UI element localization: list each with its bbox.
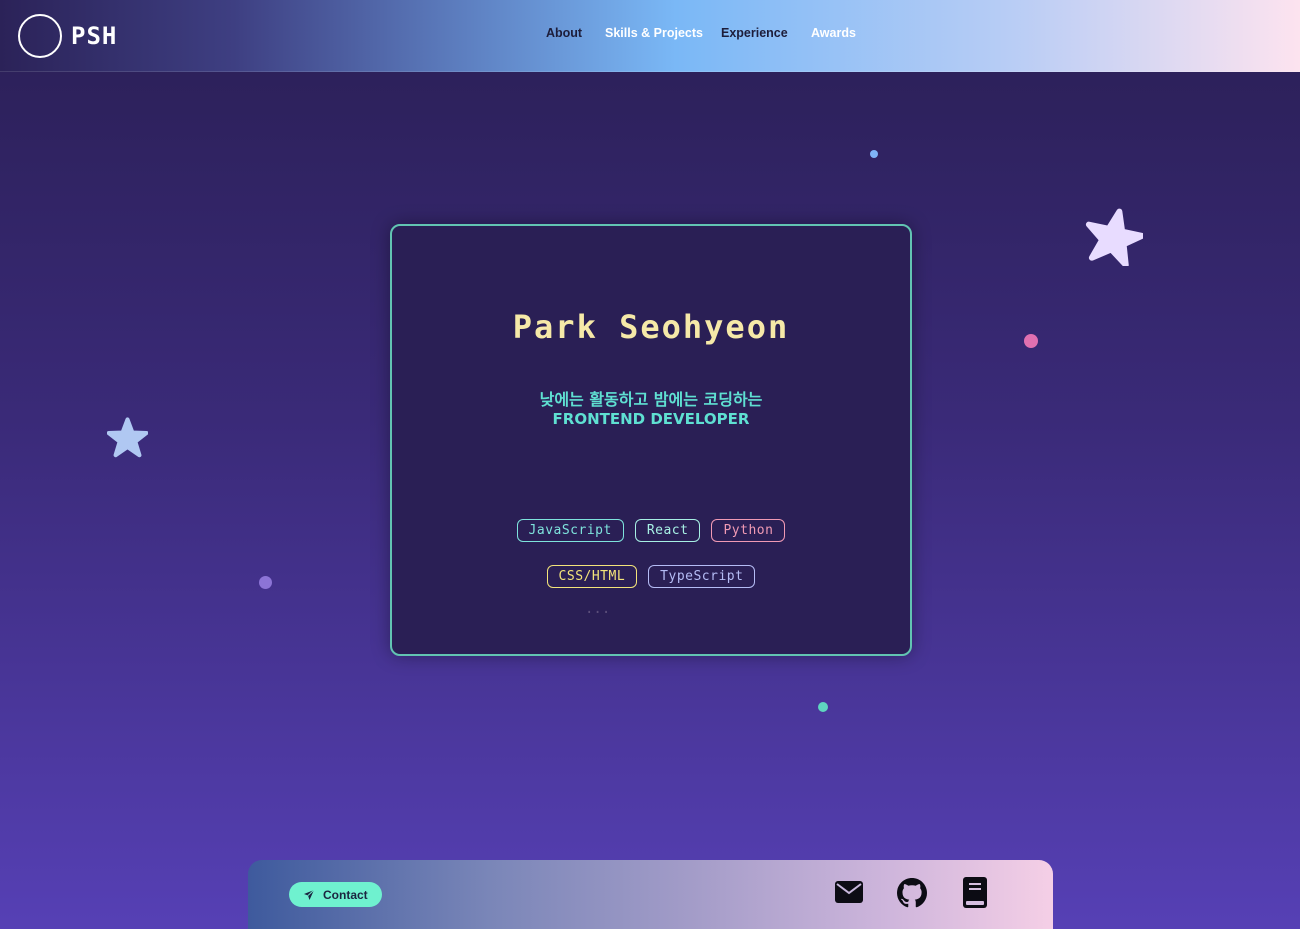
hero-subtitle-korean: 낮에는 활동하고 밤에는 코딩하는 xyxy=(539,390,763,409)
tag-python: Python xyxy=(711,519,786,542)
tag-react: React xyxy=(634,519,701,542)
site-header: PSH About Skills & Projects Experience A… xyxy=(0,0,1300,72)
mail-icon[interactable] xyxy=(835,881,863,903)
send-icon xyxy=(304,889,315,900)
decor-star-large-icon xyxy=(1085,208,1143,266)
main-nav: About Skills & Projects Experience Award… xyxy=(0,26,1300,46)
skill-tags-row1: JavaScript React Python xyxy=(392,519,910,542)
more-indicator: ... xyxy=(585,601,611,617)
contact-label: Contact xyxy=(323,887,368,902)
decor-dot-pink xyxy=(1024,334,1038,348)
skill-tags-row2: CSS/HTML TypeScript xyxy=(392,565,910,588)
nav-awards[interactable]: Awards xyxy=(811,26,856,40)
decor-star-small-icon xyxy=(107,417,148,458)
tag-javascript: JavaScript xyxy=(516,519,624,542)
github-icon[interactable] xyxy=(897,878,927,908)
nav-about[interactable]: About xyxy=(546,26,582,40)
nav-experience[interactable]: Experience xyxy=(721,26,788,40)
hero-name: Park Seohyeon xyxy=(512,308,790,346)
hero-subtitle-role: FRONTEND DEVELOPER xyxy=(552,410,750,428)
hero-card: Park Seohyeon 낮에는 활동하고 밤에는 코딩하는 FRONTEND… xyxy=(390,224,912,656)
nav-skills-projects[interactable]: Skills & Projects xyxy=(605,26,703,40)
decor-dot-blue xyxy=(870,150,878,158)
decor-dot-purple xyxy=(259,576,272,589)
contact-button[interactable]: Contact xyxy=(289,882,382,907)
tag-css-html: CSS/HTML xyxy=(546,565,638,588)
book-icon[interactable] xyxy=(963,877,987,908)
tag-typescript: TypeScript xyxy=(648,565,756,588)
decor-dot-teal xyxy=(818,702,828,712)
contact-footer: Contact xyxy=(248,860,1053,929)
